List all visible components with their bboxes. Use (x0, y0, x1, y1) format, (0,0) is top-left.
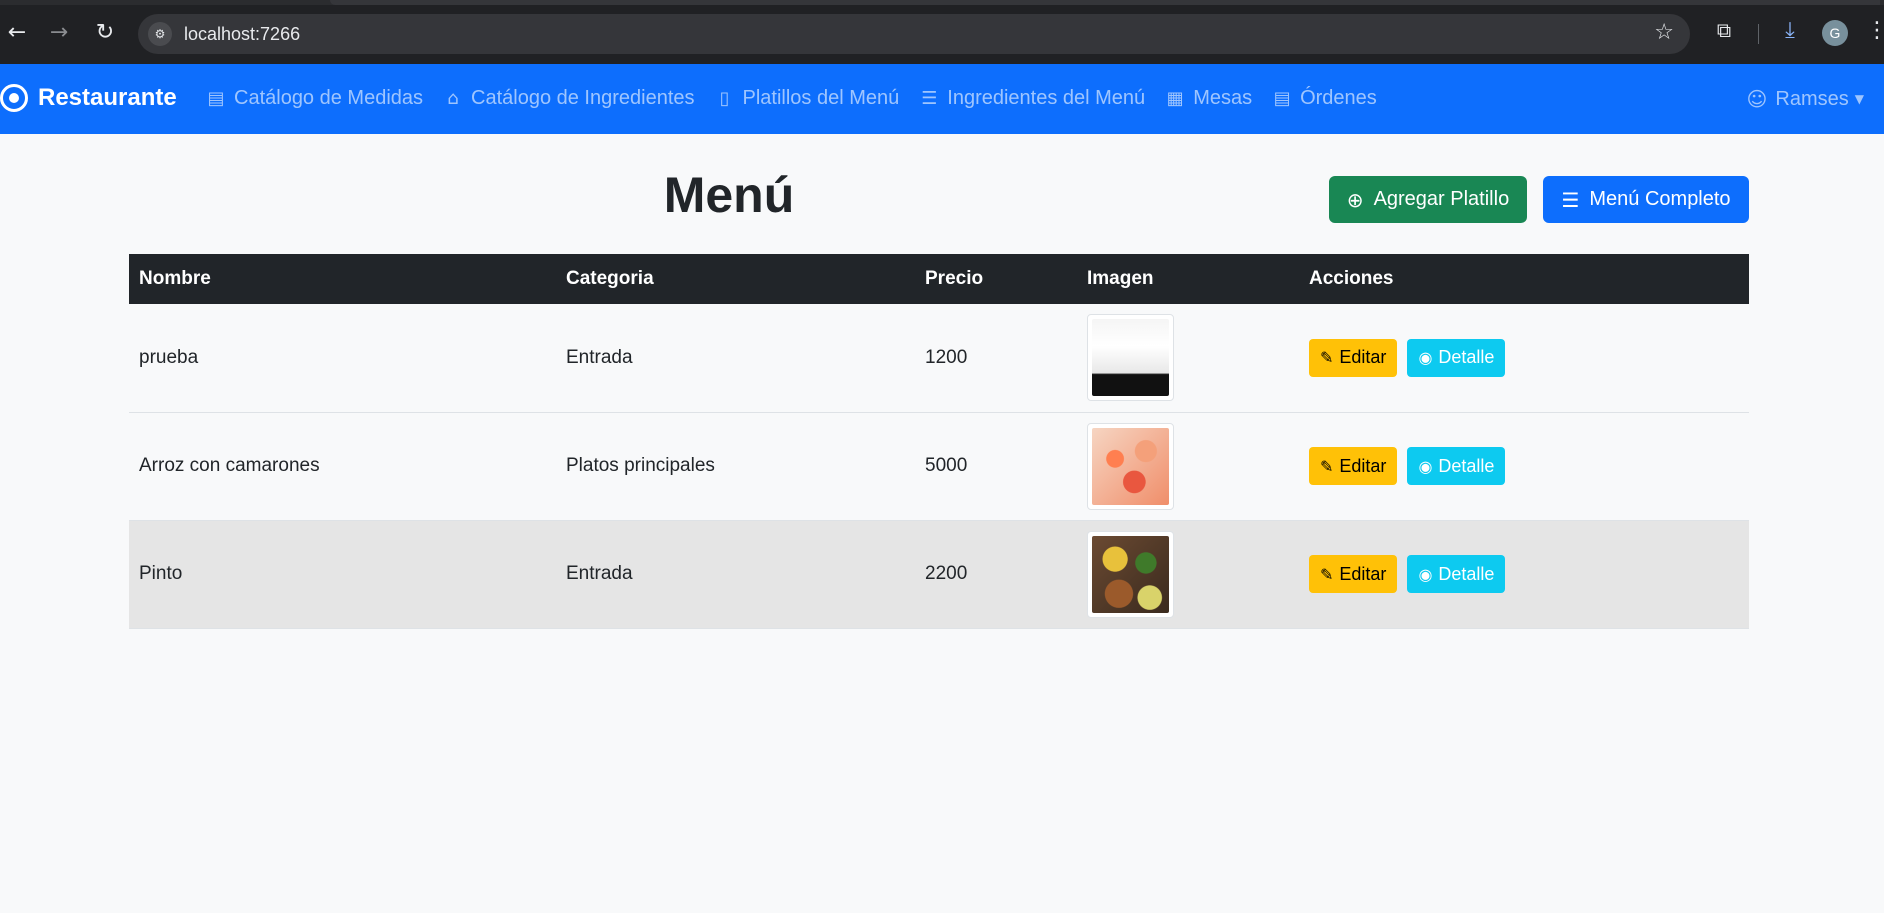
nav-links: ▤ Catálogo de Medidas ⌂ Catálogo de Ingr… (206, 87, 1397, 110)
shrimp-rice-photo (1092, 427, 1169, 505)
edit-button[interactable]: ✎ Editar (1309, 447, 1398, 485)
cell-nombre: Arroz con camarones (129, 412, 556, 521)
add-dish-label: Agregar Platillo (1373, 188, 1510, 210)
address-bar[interactable]: ⚙ localhost:7266 ☆ (138, 14, 1690, 54)
cell-categoria: Platos principales (556, 412, 915, 521)
dish-image (1087, 422, 1174, 510)
basket-icon: ⌂ (447, 88, 459, 109)
cell-categoria: Entrada (556, 304, 915, 413)
receipt-icon: ▤ (1273, 88, 1291, 109)
user-dropdown[interactable]: ☺ Ramses ▼ (1747, 87, 1864, 111)
bookmark-star-icon[interactable]: ☆ (1654, 20, 1674, 45)
nav-link-label: Catálogo de Ingredientes (471, 87, 695, 109)
cell-nombre: prueba (129, 304, 556, 413)
nav-link-ingredientes-menu[interactable]: ☰ Ingredientes del Menú (919, 87, 1145, 110)
cell-nombre: Pinto (129, 520, 556, 629)
nav-link-platillos[interactable]: ▯ Platillos del Menú (715, 87, 900, 110)
nav-link-label: Catálogo de Medidas (234, 87, 424, 109)
header-imagen: Imagen (1077, 254, 1299, 304)
nav-link-label: Ingredientes del Menú (947, 87, 1146, 109)
rice-photo (1092, 319, 1169, 397)
header-acciones: Acciones (1299, 254, 1749, 304)
site-info-icon[interactable]: ⚙ (148, 22, 172, 46)
nav-link-ingredientes[interactable]: ⌂ Catálogo de Ingredientes (443, 87, 695, 110)
full-menu-label: Menú Completo (1589, 188, 1731, 210)
cell-acciones: ✎ Editar ◉ Detalle (1299, 304, 1749, 413)
cell-categoria: Entrada (556, 520, 915, 629)
toolbar-divider (1758, 24, 1759, 44)
profile-avatar[interactable]: G (1822, 20, 1848, 46)
nav-link-label: Mesas (1193, 87, 1253, 109)
browser-tab-strip (330, 0, 1880, 5)
browser-menu-icon[interactable]: ⋮ (1866, 18, 1884, 46)
cell-acciones: ✎ Editar ◉ Detalle (1299, 412, 1749, 521)
edit-label: Editar (1339, 347, 1387, 368)
dish-image (1087, 530, 1174, 618)
pencil-square-icon: ✎ (1320, 564, 1334, 584)
chevron-down-icon: ▼ (1854, 92, 1864, 106)
cell-precio: 5000 (915, 412, 1077, 521)
back-icon[interactable]: ← (4, 20, 30, 46)
cell-imagen (1077, 520, 1299, 629)
table-row: Pinto Entrada 2200 ✎ Editar ◉ Detalle (129, 520, 1749, 629)
header-precio: Precio (915, 254, 1077, 304)
cell-precio: 1200 (915, 304, 1077, 413)
pencil-square-icon: ✎ (1320, 348, 1334, 368)
url-text[interactable]: localhost:7266 (184, 24, 300, 45)
eye-icon: ◉ (1418, 348, 1433, 368)
user-name: Ramses (1775, 87, 1849, 110)
table-row: prueba Entrada 1200 ✎ Editar ◉ Detalle (129, 304, 1749, 413)
header-nombre: Nombre (129, 254, 556, 304)
brand-logo-icon (0, 84, 28, 112)
app-navbar: Restaurante ▤ Catálogo de Medidas ⌂ Catá… (0, 64, 1884, 134)
forward-icon[interactable]: → (46, 20, 72, 46)
eye-icon: ◉ (1418, 564, 1433, 584)
pencil-square-icon: ✎ (1320, 456, 1334, 476)
dish-image (1087, 314, 1174, 402)
reload-icon[interactable]: ↻ (92, 20, 118, 46)
detail-button[interactable]: ◉ Detalle (1407, 338, 1506, 377)
user-circle-icon: ☺ (1746, 87, 1768, 111)
menu-table: Nombre Categoria Precio Imagen Acciones … (129, 254, 1749, 629)
add-dish-button[interactable]: ⊕ Agregar Platillo (1329, 176, 1527, 223)
full-menu-button[interactable]: ☰ Menú Completo (1543, 176, 1749, 223)
cell-imagen (1077, 412, 1299, 521)
header-categoria: Categoria (556, 254, 915, 304)
plus-circle-icon: ⊕ (1346, 187, 1364, 212)
list-icon: ☰ (1561, 187, 1580, 212)
brand-name: Restaurante (38, 84, 177, 111)
cell-imagen (1077, 304, 1299, 413)
detail-button[interactable]: ◉ Detalle (1407, 555, 1506, 593)
edit-label: Editar (1339, 563, 1387, 584)
cell-acciones: ✎ Editar ◉ Detalle (1299, 520, 1749, 629)
edit-button[interactable]: ✎ Editar (1309, 555, 1398, 593)
list-icon: ☰ (921, 88, 938, 109)
nav-link-medidas[interactable]: ▤ Catálogo de Medidas (206, 87, 423, 110)
detail-label: Detalle (1438, 347, 1495, 368)
eye-icon: ◉ (1418, 456, 1433, 476)
page-title: Menú (663, 167, 795, 223)
edit-button[interactable]: ✎ Editar (1309, 338, 1398, 377)
journal-icon: ▯ (719, 88, 730, 109)
pinto-plate-photo (1092, 535, 1169, 613)
edit-label: Editar (1339, 455, 1387, 476)
table-header-row: Nombre Categoria Precio Imagen Acciones (129, 254, 1749, 304)
ruler-icon: ▤ (207, 88, 225, 109)
detail-button[interactable]: ◉ Detalle (1407, 447, 1506, 485)
browser-toolbar: ← → ↻ ⚙ localhost:7266 ☆ ⧉ ⤓ G ⋮ (0, 0, 1884, 64)
nav-link-label: Órdenes (1300, 87, 1377, 109)
nav-link-ordenes[interactable]: ▤ Órdenes (1272, 87, 1377, 110)
brand-link[interactable]: Restaurante (0, 84, 177, 112)
nav-link-label: Platillos del Menú (742, 87, 900, 109)
extensions-icon[interactable]: ⧉ (1711, 18, 1737, 44)
detail-label: Detalle (1438, 455, 1495, 476)
download-icon[interactable]: ⤓ (1776, 18, 1804, 46)
detail-label: Detalle (1438, 563, 1495, 584)
table-row: Arroz con camarones Platos principales 5… (129, 412, 1749, 521)
nav-link-mesas[interactable]: ▦ Mesas (1165, 87, 1252, 110)
table-icon: ▦ (1166, 88, 1184, 109)
cell-precio: 2200 (915, 520, 1077, 629)
